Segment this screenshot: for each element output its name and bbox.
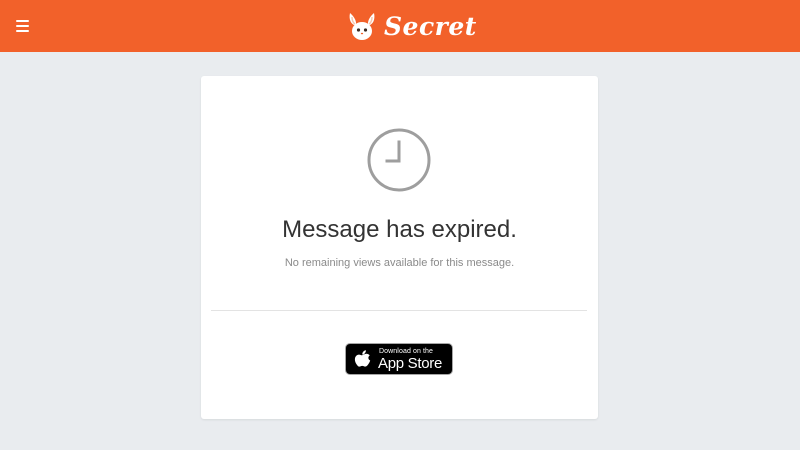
bunny-mascot-icon [349, 13, 375, 40]
expired-message-card: Message has expired. No remaining views … [201, 76, 598, 419]
top-bar: Secret [0, 0, 800, 52]
app-store-line1: Download on the [379, 348, 434, 355]
apple-logo-icon [354, 350, 371, 367]
divider [211, 310, 587, 311]
menu-button[interactable] [14, 17, 34, 35]
app-store-badge-button[interactable]: Download on the App Store [345, 343, 453, 375]
page-title: Message has expired. [282, 216, 517, 243]
app-store-line2: App Store [378, 355, 443, 372]
brand-name: Secret [384, 11, 477, 41]
brand-logo[interactable]: Secret [345, 8, 477, 44]
clock-icon [367, 128, 431, 192]
expired-subtitle: No remaining views available for this me… [284, 257, 515, 269]
